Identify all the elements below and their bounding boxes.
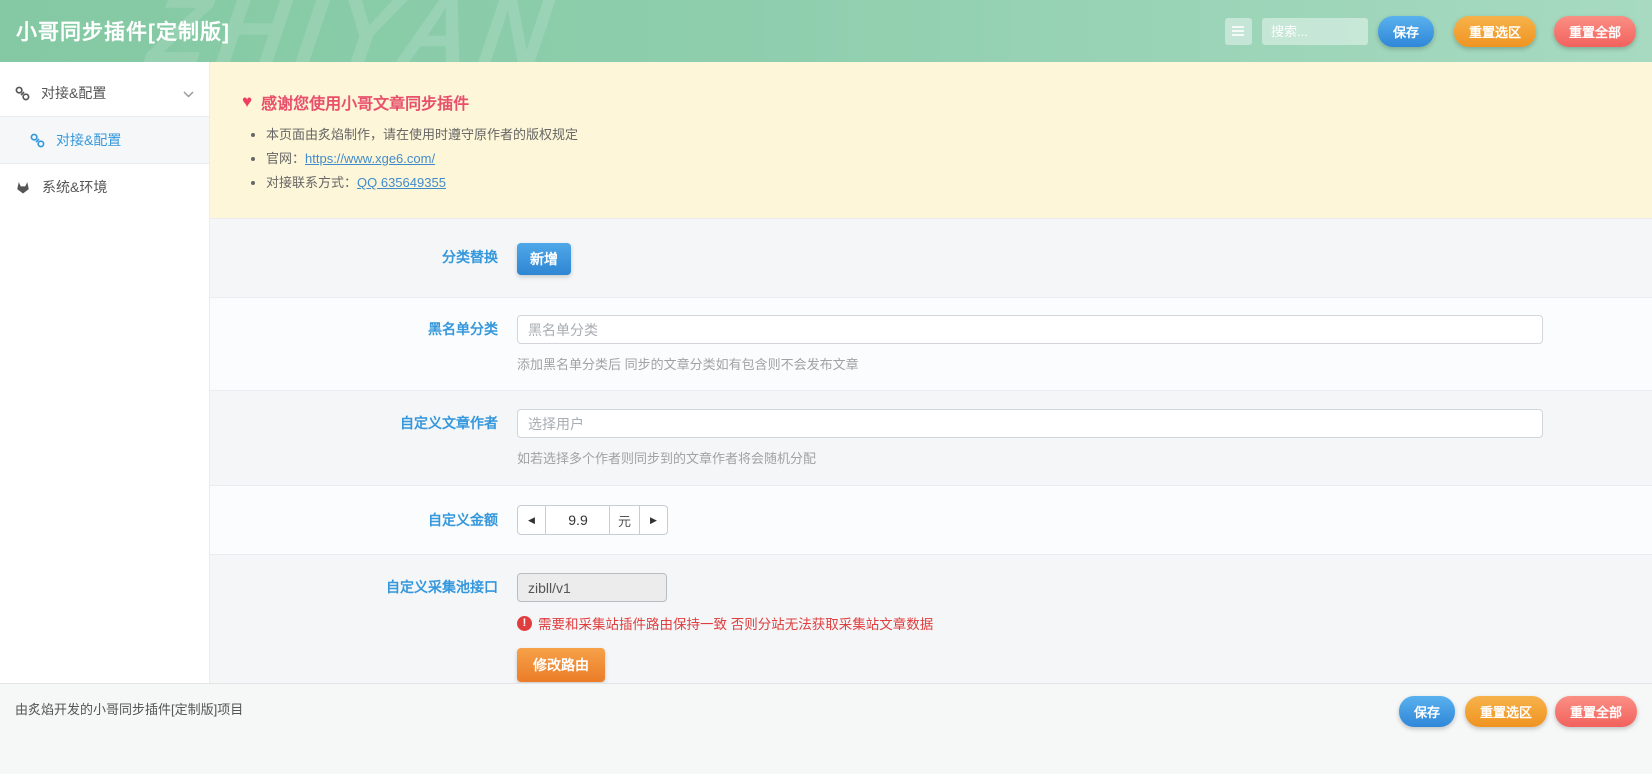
menu-icon[interactable] (1225, 18, 1252, 45)
notice-line-copyright: 本页面由炙焰制作，请在使用时遵守原作者的版权规定 (266, 128, 1620, 143)
chevron-down-icon (183, 85, 194, 101)
notice-title: 感谢您使用小哥文章同步插件 (261, 90, 469, 114)
save-button[interactable]: 保存 (1378, 16, 1434, 47)
warning-icon: ! (517, 616, 532, 631)
welcome-notice: ♥ 感谢您使用小哥文章同步插件 本页面由炙焰制作，请在使用时遵守原作者的版权规定… (210, 62, 1652, 218)
edit-route-button[interactable]: 修改路由 (517, 648, 605, 682)
footer-toolbar: 保存 重置选区 重置全部 (1399, 696, 1637, 727)
sidebar-group-label: 对接&配置 (41, 83, 106, 103)
reset-all-button[interactable]: 重置全部 (1555, 696, 1637, 727)
amount-stepper: ◀ 元 ▶ (517, 505, 668, 535)
contact-label: 对接联系方式： (266, 175, 357, 190)
sidebar-item-config-active[interactable]: 对接&配置 (0, 116, 209, 164)
link-icon (15, 86, 30, 101)
sidebar-item-system[interactable]: 系统&环境 (0, 164, 209, 210)
notice-title-row: ♥ 感谢您使用小哥文章同步插件 (242, 90, 1620, 114)
sidebar-item-label: 对接&配置 (56, 130, 121, 150)
sidebar-item-label: 系统&环境 (42, 177, 107, 197)
notice-list: 本页面由炙焰制作，请在使用时遵守原作者的版权规定 官网：https://www.… (266, 128, 1620, 191)
save-button[interactable]: 保存 (1399, 696, 1455, 727)
link-icon (30, 133, 45, 148)
footer-bar: 由炙焰开发的小哥同步插件[定制版]项目 保存 重置选区 重置全部 (0, 683, 1652, 774)
warning-text: 需要和采集站插件路由保持一致 否则分站无法获取采集站文章数据 (538, 613, 933, 633)
reset-selection-button[interactable]: 重置选区 (1454, 16, 1536, 47)
form-row-amount: 自定义金额 ◀ 元 ▶ (210, 485, 1652, 554)
reset-all-button[interactable]: 重置全部 (1554, 16, 1636, 47)
stepper-increase-button[interactable]: ▶ (639, 505, 668, 535)
sidebar-group-config[interactable]: 对接&配置 (0, 70, 209, 116)
stepper-decrease-button[interactable]: ◀ (517, 505, 546, 535)
reset-selection-button[interactable]: 重置选区 (1465, 696, 1547, 727)
field-label: 黑名单分类 (210, 315, 517, 373)
field-label: 自定义文章作者 (210, 409, 517, 467)
heart-icon: ♥ (242, 92, 252, 112)
search-input[interactable] (1262, 18, 1368, 45)
qq-contact-link[interactable]: QQ 635649355 (357, 175, 446, 190)
header-bar: ZHIYAN 小哥同步插件[定制版] 保存 重置选区 重置全部 (0, 0, 1652, 62)
amount-value-input[interactable] (546, 505, 610, 535)
notice-line-website: 官网：https://www.xge6.com/ (266, 152, 1620, 167)
page-title: 小哥同步插件[定制版] (16, 16, 230, 46)
author-select-input[interactable] (517, 409, 1543, 438)
footer-credit-text: 由炙焰开发的小哥同步插件[定制版]项目 (15, 696, 243, 724)
field-label: 自定义采集池接口 (210, 573, 517, 682)
website-link[interactable]: https://www.xge6.com/ (305, 151, 435, 166)
amount-unit-label: 元 (609, 505, 640, 535)
form-row-api-endpoint: 自定义采集池接口 ! 需要和采集站插件路由保持一致 否则分站无法获取采集站文章数… (210, 554, 1652, 683)
api-warning: ! 需要和采集站插件路由保持一致 否则分站无法获取采集站文章数据 (517, 613, 1543, 633)
form-row-author: 自定义文章作者 如若选择多个作者则同步到的文章作者将会随机分配 (210, 390, 1652, 485)
gitlab-icon (15, 180, 31, 195)
form-row-category-replace: 分类替换 新增 (210, 218, 1652, 297)
header-toolbar: 保存 重置选区 重置全部 (1225, 16, 1636, 47)
field-label: 分类替换 (210, 243, 517, 275)
blacklist-category-input[interactable] (517, 315, 1543, 344)
add-category-button[interactable]: 新增 (517, 243, 571, 275)
main-content: ♥ 感谢您使用小哥文章同步插件 本页面由炙焰制作，请在使用时遵守原作者的版权规定… (210, 62, 1652, 683)
form-row-blacklist: 黑名单分类 添加黑名单分类后 同步的文章分类如有包含则不会发布文章 (210, 297, 1652, 390)
website-label: 官网： (266, 151, 305, 166)
field-help-text: 添加黑名单分类后 同步的文章分类如有包含则不会发布文章 (517, 354, 1543, 373)
notice-line-contact: 对接联系方式：QQ 635649355 (266, 176, 1620, 191)
sidebar: 对接&配置 对接&配置 系统&环境 (0, 62, 210, 683)
api-endpoint-input[interactable] (517, 573, 667, 602)
field-label: 自定义金额 (210, 505, 517, 535)
field-help-text: 如若选择多个作者则同步到的文章作者将会随机分配 (517, 448, 1543, 467)
